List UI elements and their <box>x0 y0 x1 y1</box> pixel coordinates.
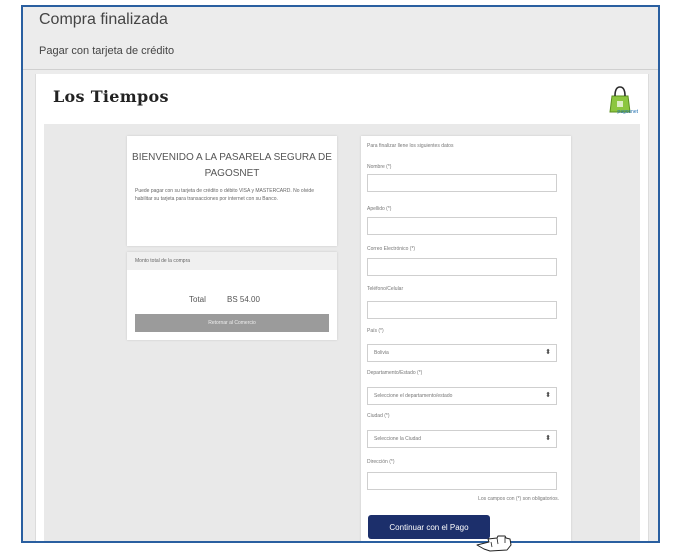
state-selected-value: Seleccione el departamento/estado <box>374 393 453 399</box>
updown-caret-icon: ⬍ <box>545 435 551 442</box>
order-total-card: Monto total de la compra Total BS 54.00 … <box>127 252 337 340</box>
total-amount: BS 54.00 <box>227 295 260 304</box>
phone-label: Teléfono/Celular <box>367 286 404 292</box>
email-input[interactable] <box>367 258 557 276</box>
name-label: Nombre (*) <box>367 164 392 170</box>
hand-pointer-icon <box>476 535 512 552</box>
name-input[interactable] <box>367 174 557 192</box>
required-fields-note: Los campos con (*) son obligatorios. <box>478 496 559 502</box>
city-selected-value: Seleccione la Ciudad <box>374 436 421 442</box>
page-subtitle: Pagar con tarjeta de crédito <box>39 45 175 57</box>
welcome-title: BIENVENIDO A LA PASARELA SEGURA DE PAGOS… <box>132 152 332 179</box>
city-select[interactable]: Seleccione la Ciudad ⬍ <box>367 430 557 448</box>
total-label: Total <box>189 295 206 304</box>
order-total-header: Monto total de la compra <box>127 252 337 270</box>
screenshot-frame: Compra finalizada Pagar con tarjeta de c… <box>21 5 660 543</box>
payment-gateway-frame: Los Tiempos pagosnet BIENVENIDO A LA PAS… <box>35 74 649 541</box>
country-select[interactable]: Bolivia ⬍ <box>367 344 557 362</box>
state-label: Departamento/Estado (*) <box>367 370 423 376</box>
country-selected-value: Bolivia <box>374 350 389 356</box>
form-intro: Para finalizar llene los siguientes dato… <box>367 143 454 149</box>
updown-caret-icon: ⬍ <box>545 392 551 399</box>
lastname-input[interactable] <box>367 217 557 235</box>
state-select[interactable]: Seleccione el departamento/estado ⬍ <box>367 387 557 405</box>
page-title: Compra finalizada <box>39 11 168 28</box>
address-label: Dirección (*) <box>367 459 395 465</box>
address-input[interactable] <box>367 472 557 490</box>
divider <box>23 69 658 70</box>
welcome-card: BIENVENIDO A LA PASARELA SEGURA DE PAGOS… <box>127 136 337 246</box>
los-tiempos-logo: Los Tiempos <box>53 87 169 106</box>
phone-input[interactable] <box>367 301 557 319</box>
lastname-label: Apellido (*) <box>367 206 392 212</box>
billing-form: Para finalizar llene los siguientes dato… <box>361 136 571 541</box>
continue-payment-button[interactable]: Continuar con el Pago <box>368 515 490 539</box>
pagosnet-logo-text: pagosnet <box>617 109 638 115</box>
city-label: Ciudad (*) <box>367 413 390 419</box>
welcome-message: Puede pagar con su tarjeta de crédito o … <box>135 188 314 202</box>
gateway-body: BIENVENIDO A LA PASARELA SEGURA DE PAGOS… <box>44 124 640 541</box>
email-label: Correo Electrónico (*) <box>367 246 416 252</box>
updown-caret-icon: ⬍ <box>545 349 551 356</box>
country-label: País (*) <box>367 328 384 334</box>
return-to-merchant-button[interactable]: Retornar al Comercio <box>135 314 329 332</box>
